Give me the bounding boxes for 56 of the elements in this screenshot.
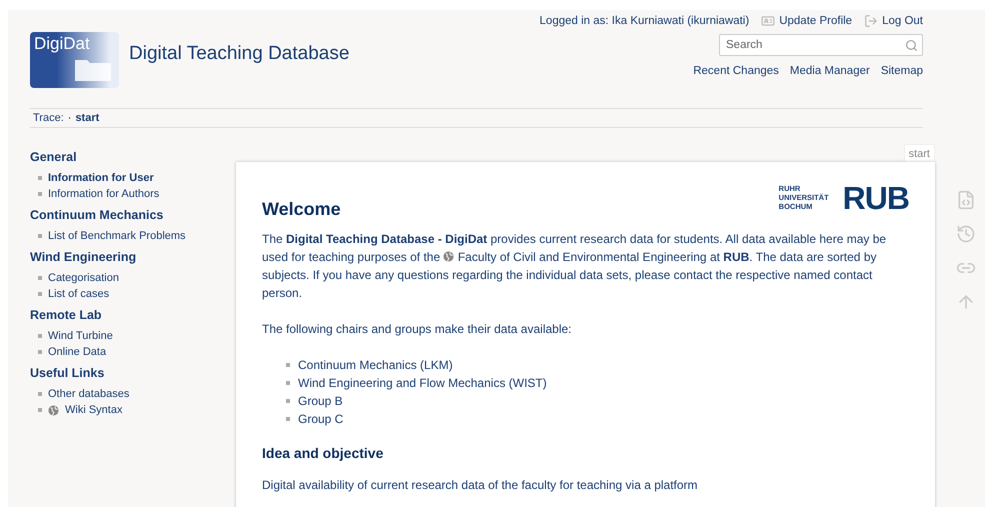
group-item: Group C <box>298 411 344 428</box>
logout-link[interactable]: Log Out <box>864 14 923 28</box>
search-input[interactable]: Search <box>724 38 905 52</box>
group-item: Wind Engineering and Flow Mechanics (WIST) <box>298 375 547 392</box>
logout-icon <box>864 14 878 28</box>
group-item: Group B <box>298 393 343 410</box>
trace-label: Trace: <box>33 112 64 124</box>
sidebar-heading: General <box>30 150 78 164</box>
sidebar-heading: Remote Lab <box>30 308 103 322</box>
sidebar-heading: Useful Links <box>30 366 106 380</box>
bullet-icon <box>38 392 42 396</box>
sidebar-link[interactable]: Wiki Syntax <box>65 404 122 416</box>
group-item: Continuum Mechanics (LKM) <box>298 357 453 374</box>
breadcrumb-link[interactable]: start <box>75 112 100 124</box>
intro-text: The Digital Teaching Database - DigiDat provides current research data for students. All data available here may be used for teaching purposes of the Faculty of Civil and Environmental Engineering at RUB. The data are sorted by subjects. If you have any questions regarding the individual data sets, please contact the respective named contact person. <box>262 231 888 302</box>
sidebar-link[interactable]: List of cases <box>48 288 110 300</box>
search-icon[interactable] <box>905 38 918 52</box>
bullet-icon <box>38 408 42 412</box>
bullet-icon <box>286 381 290 385</box>
source-icon[interactable] <box>956 190 976 210</box>
sidebar-link[interactable]: List of Benchmark Problems <box>48 230 186 242</box>
history-icon[interactable] <box>956 224 976 244</box>
section-text: Digital availability of current research data of the faculty for teaching via a platform <box>262 477 699 494</box>
id-card-icon <box>761 14 776 28</box>
site-title[interactable]: Digital Teaching Database <box>129 43 350 65</box>
bullet-icon <box>38 234 42 238</box>
nav-link[interactable]: Recent Changes <box>693 65 779 77</box>
bullet-icon <box>286 417 290 421</box>
faculty-link[interactable]: Faculty of Civil and Environmental Engineering <box>443 250 707 264</box>
bullet-icon <box>38 334 42 338</box>
nav-link[interactable]: Media Manager <box>790 65 870 77</box>
sidebar-link[interactable]: Online Data <box>48 346 106 358</box>
bullet-icon <box>286 399 290 403</box>
bullet-icon <box>286 363 290 367</box>
groups-intro: The following chairs and groups make their data available: <box>262 321 573 338</box>
breadcrumb-separator: · <box>68 112 72 124</box>
user-info: Logged in as: Ika Kurniawati (ikurniawati) <box>540 15 750 27</box>
sidebar-link[interactable]: Information for User <box>48 172 154 184</box>
search-field[interactable]: Search <box>719 34 923 56</box>
page-heading: Welcome <box>262 200 341 218</box>
bullet-icon <box>38 292 42 296</box>
bullet-icon <box>38 350 42 354</box>
globe-icon <box>443 251 454 262</box>
bullet-icon <box>38 276 42 280</box>
nav-link[interactable]: Sitemap <box>880 65 923 77</box>
profile-link[interactable]: Update Profile <box>761 14 852 28</box>
sidebar-link[interactable]: Wind Turbine <box>48 330 113 342</box>
section-heading: Idea and objective <box>262 444 384 462</box>
sidebar-link[interactable]: Categorisation <box>48 272 119 284</box>
digidat-logo[interactable]: DigiDat <box>30 32 119 88</box>
sidebar-link[interactable]: Information for Authors <box>48 188 160 200</box>
sidebar-link[interactable]: Other databases <box>48 388 130 400</box>
sidebar-heading: Wind Engineering <box>30 250 138 264</box>
sidebar-heading: Continuum Mechanics <box>30 208 164 222</box>
bullet-icon <box>38 192 42 196</box>
bullet-icon <box>38 176 42 180</box>
